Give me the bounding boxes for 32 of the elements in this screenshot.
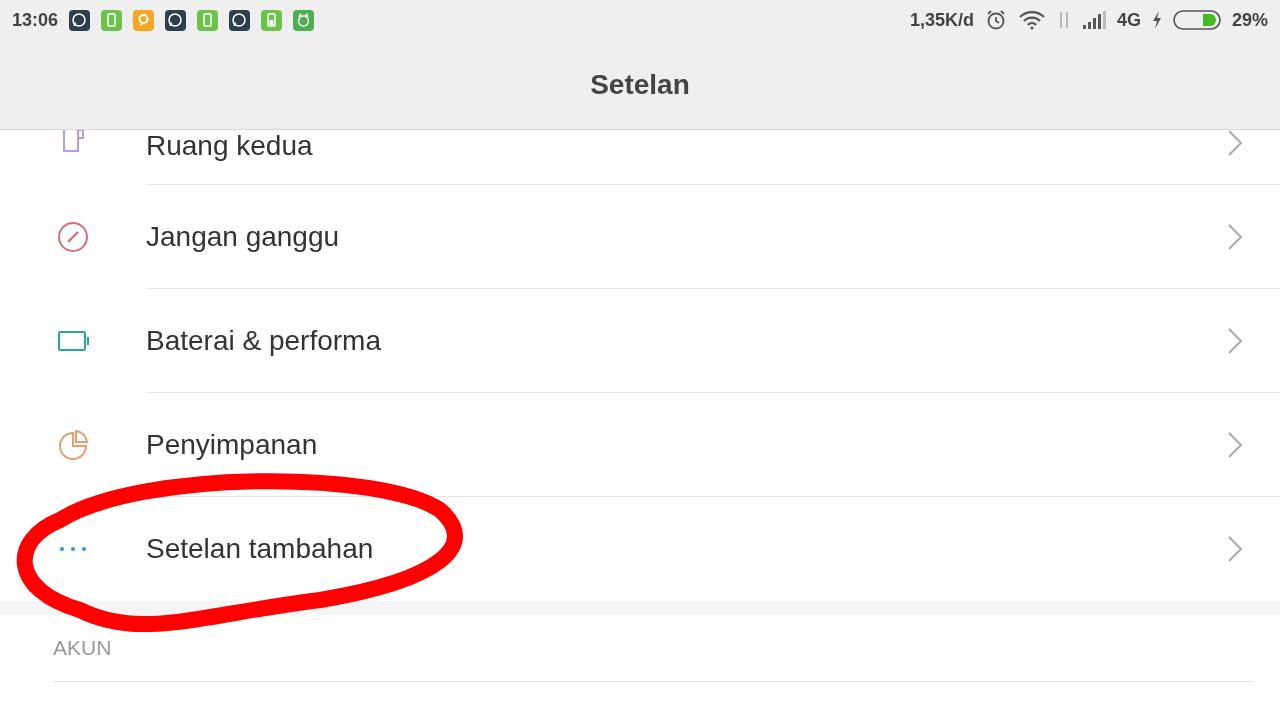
network-type: 4G xyxy=(1116,9,1141,31)
phone-icon xyxy=(261,9,283,31)
pie-chart-icon xyxy=(57,429,89,461)
settings-row[interactable]: Jangan ganggu xyxy=(146,185,1280,289)
signal-icon xyxy=(1081,11,1106,29)
more-dots-icon xyxy=(60,547,86,551)
speech-bubble-icon xyxy=(133,9,155,31)
settings-row[interactable]: Penyimpanan xyxy=(146,393,1280,497)
chevron-right-icon xyxy=(1228,431,1242,458)
screen-title: Setelan xyxy=(590,68,690,101)
phone-icon xyxy=(101,9,123,31)
settings-row[interactable]: Ruang kedua xyxy=(146,130,1280,185)
chat-bubble-icon xyxy=(165,9,187,31)
clock-time: 13:06 xyxy=(12,9,59,31)
no-entry-circle-icon xyxy=(57,221,89,253)
network-speed: 1,35K/d xyxy=(909,9,974,31)
wifi-icon xyxy=(1017,10,1046,30)
battery-icon xyxy=(1172,10,1221,30)
lightning-icon xyxy=(1151,11,1162,29)
settings-row[interactable]: Setelan tambahan xyxy=(146,497,1280,601)
chevron-right-icon xyxy=(1228,223,1242,250)
phone-icon xyxy=(197,9,219,31)
phone-outline-icon xyxy=(62,130,84,152)
chat-bubble-icon xyxy=(69,9,91,31)
chevron-right-icon xyxy=(1228,130,1242,156)
chat-bubble-icon xyxy=(229,9,251,31)
section-header: AKUN xyxy=(53,636,112,660)
chevron-right-icon xyxy=(1228,327,1242,354)
battery-percent: 29% xyxy=(1231,9,1268,31)
chevron-right-icon xyxy=(1228,536,1242,562)
robot-face-icon xyxy=(293,9,315,31)
settings-row[interactable]: Baterai & performa xyxy=(146,289,1280,393)
